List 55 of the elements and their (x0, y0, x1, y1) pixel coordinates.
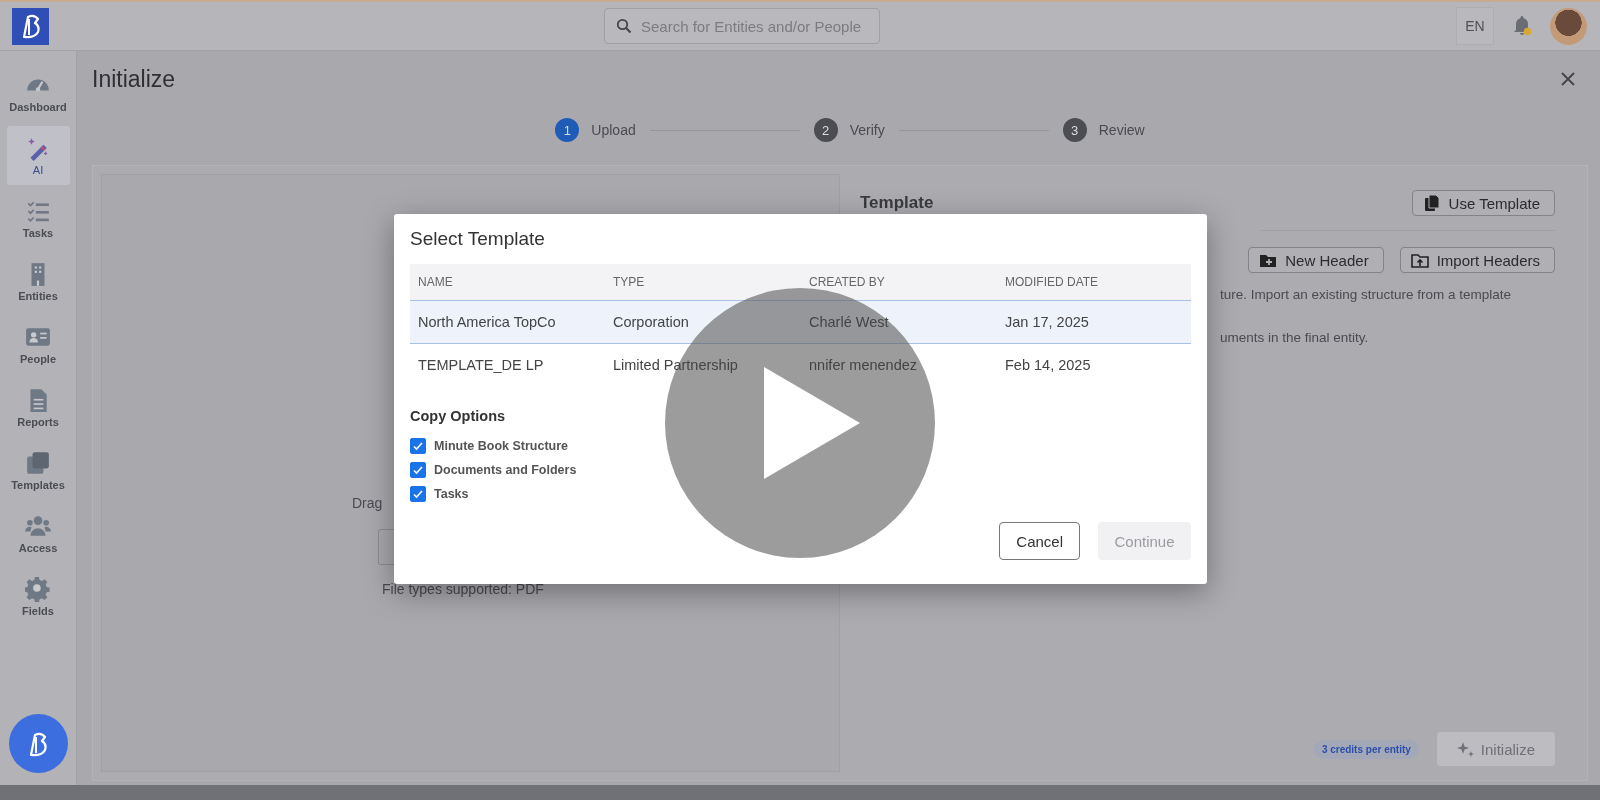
page-title: Initialize (92, 65, 176, 93)
search-icon (616, 18, 632, 34)
column-header: MODIFIED DATE (1004, 275, 1100, 289)
checkbox[interactable] (410, 462, 426, 478)
import-headers-button[interactable]: Import Headers (1399, 247, 1555, 273)
new-header-button[interactable]: New Header (1248, 247, 1384, 273)
stacked-pages-icon (25, 450, 51, 476)
step-number: 3 (1062, 118, 1087, 142)
settings-icon (25, 576, 51, 602)
option-label: Documents and Folders (434, 463, 577, 477)
table-row[interactable]: North America TopCo Corporation Charlé West Jan 17, 2025 (410, 301, 1191, 344)
sidebar-item[interactable]: People (6, 315, 70, 374)
language-button[interactable]: EN (1456, 7, 1494, 45)
user-avatar[interactable] (1550, 7, 1587, 45)
description-text: uments in the final entity. (1220, 330, 1370, 345)
column-header: TYPE (612, 275, 646, 289)
copy-icon (1422, 194, 1441, 212)
column-header: NAME (417, 275, 454, 289)
checkbox[interactable] (410, 486, 426, 502)
sidebar-item[interactable]: Reports (6, 378, 70, 437)
description-text: ture. Import an existing structure from a template (1220, 287, 1513, 302)
sidebar-item[interactable]: Entities (6, 252, 70, 311)
drag-text: Drag (352, 495, 383, 511)
search-field[interactable]: Search for Entities and/or People (604, 8, 880, 44)
people-group-icon (25, 513, 51, 539)
sidebar-item[interactable]: Dashboard (6, 63, 70, 122)
option-label: Tasks (434, 487, 469, 501)
close-icon (1560, 71, 1576, 87)
credits-badge: 3 credits per entity (1313, 739, 1419, 759)
notification-button[interactable] (1512, 15, 1532, 37)
sparkle-icon (1456, 740, 1475, 758)
sidebar-item[interactable]: Fields (6, 567, 70, 626)
step-number: 1 (555, 118, 580, 142)
magic-wand-icon (25, 135, 51, 161)
option-label: Minute Book Structure (434, 439, 569, 453)
column-header: CREATED BY (808, 275, 886, 289)
step-label: Review (1098, 122, 1145, 138)
bell-icon (1512, 15, 1532, 37)
supported-types-text: File types supported: PDF (382, 581, 544, 597)
panel-title: Template (860, 193, 934, 213)
dialog-title: Select Template (410, 228, 546, 250)
step-number: 2 (813, 118, 838, 142)
sidebar-item[interactable]: Tasks (6, 189, 70, 248)
checkbox[interactable] (410, 438, 426, 454)
sidebar-item[interactable]: AI (6, 126, 70, 185)
step-label: Verify (849, 122, 885, 138)
folder-upload-icon (1410, 251, 1429, 269)
section-title: Copy Options (410, 408, 507, 424)
sidebar-item[interactable]: Templates (6, 441, 70, 500)
cancel-button[interactable]: Cancel (999, 522, 1080, 560)
sidebar-item[interactable]: Access (6, 504, 70, 563)
owl-logo-icon (27, 730, 49, 757)
use-template-button[interactable]: Use Template (1411, 190, 1555, 216)
step-label: Upload (591, 122, 636, 138)
app-logo[interactable] (12, 7, 49, 45)
